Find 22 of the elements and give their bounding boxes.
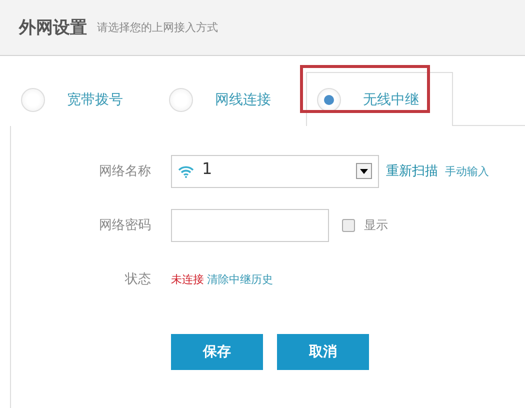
status-value: 未连接 [171, 272, 204, 286]
connection-tab[interactable]: 无线中继 [306, 72, 453, 126]
dropdown-button[interactable] [356, 163, 372, 179]
radio-button[interactable] [317, 88, 341, 112]
clear-history-link[interactable]: 清除中继历史 [207, 272, 273, 286]
page-title: 外网设置 [19, 17, 87, 39]
network-select[interactable]: 1 [171, 154, 379, 188]
radio-button[interactable] [169, 88, 193, 112]
checkbox-label: 显示 [364, 216, 388, 234]
field-label: 网络密码 [98, 217, 151, 234]
field-label: 网络名称 [98, 163, 151, 180]
show-checkbox[interactable] [342, 218, 355, 232]
form-button[interactable]: 保存 [171, 334, 263, 370]
wifi-icon [178, 164, 194, 178]
field-label: 状态 [124, 271, 151, 288]
action-link[interactable]: 手动输入 [445, 164, 489, 178]
page-subtitle: 请选择您的上网接入方式 [97, 20, 218, 35]
radio-button[interactable] [21, 88, 45, 112]
action-link[interactable]: 重新扫描 [386, 162, 438, 180]
password-input[interactable] [171, 208, 329, 242]
caret-icon [360, 168, 368, 174]
form-button[interactable]: 取消 [277, 334, 369, 370]
